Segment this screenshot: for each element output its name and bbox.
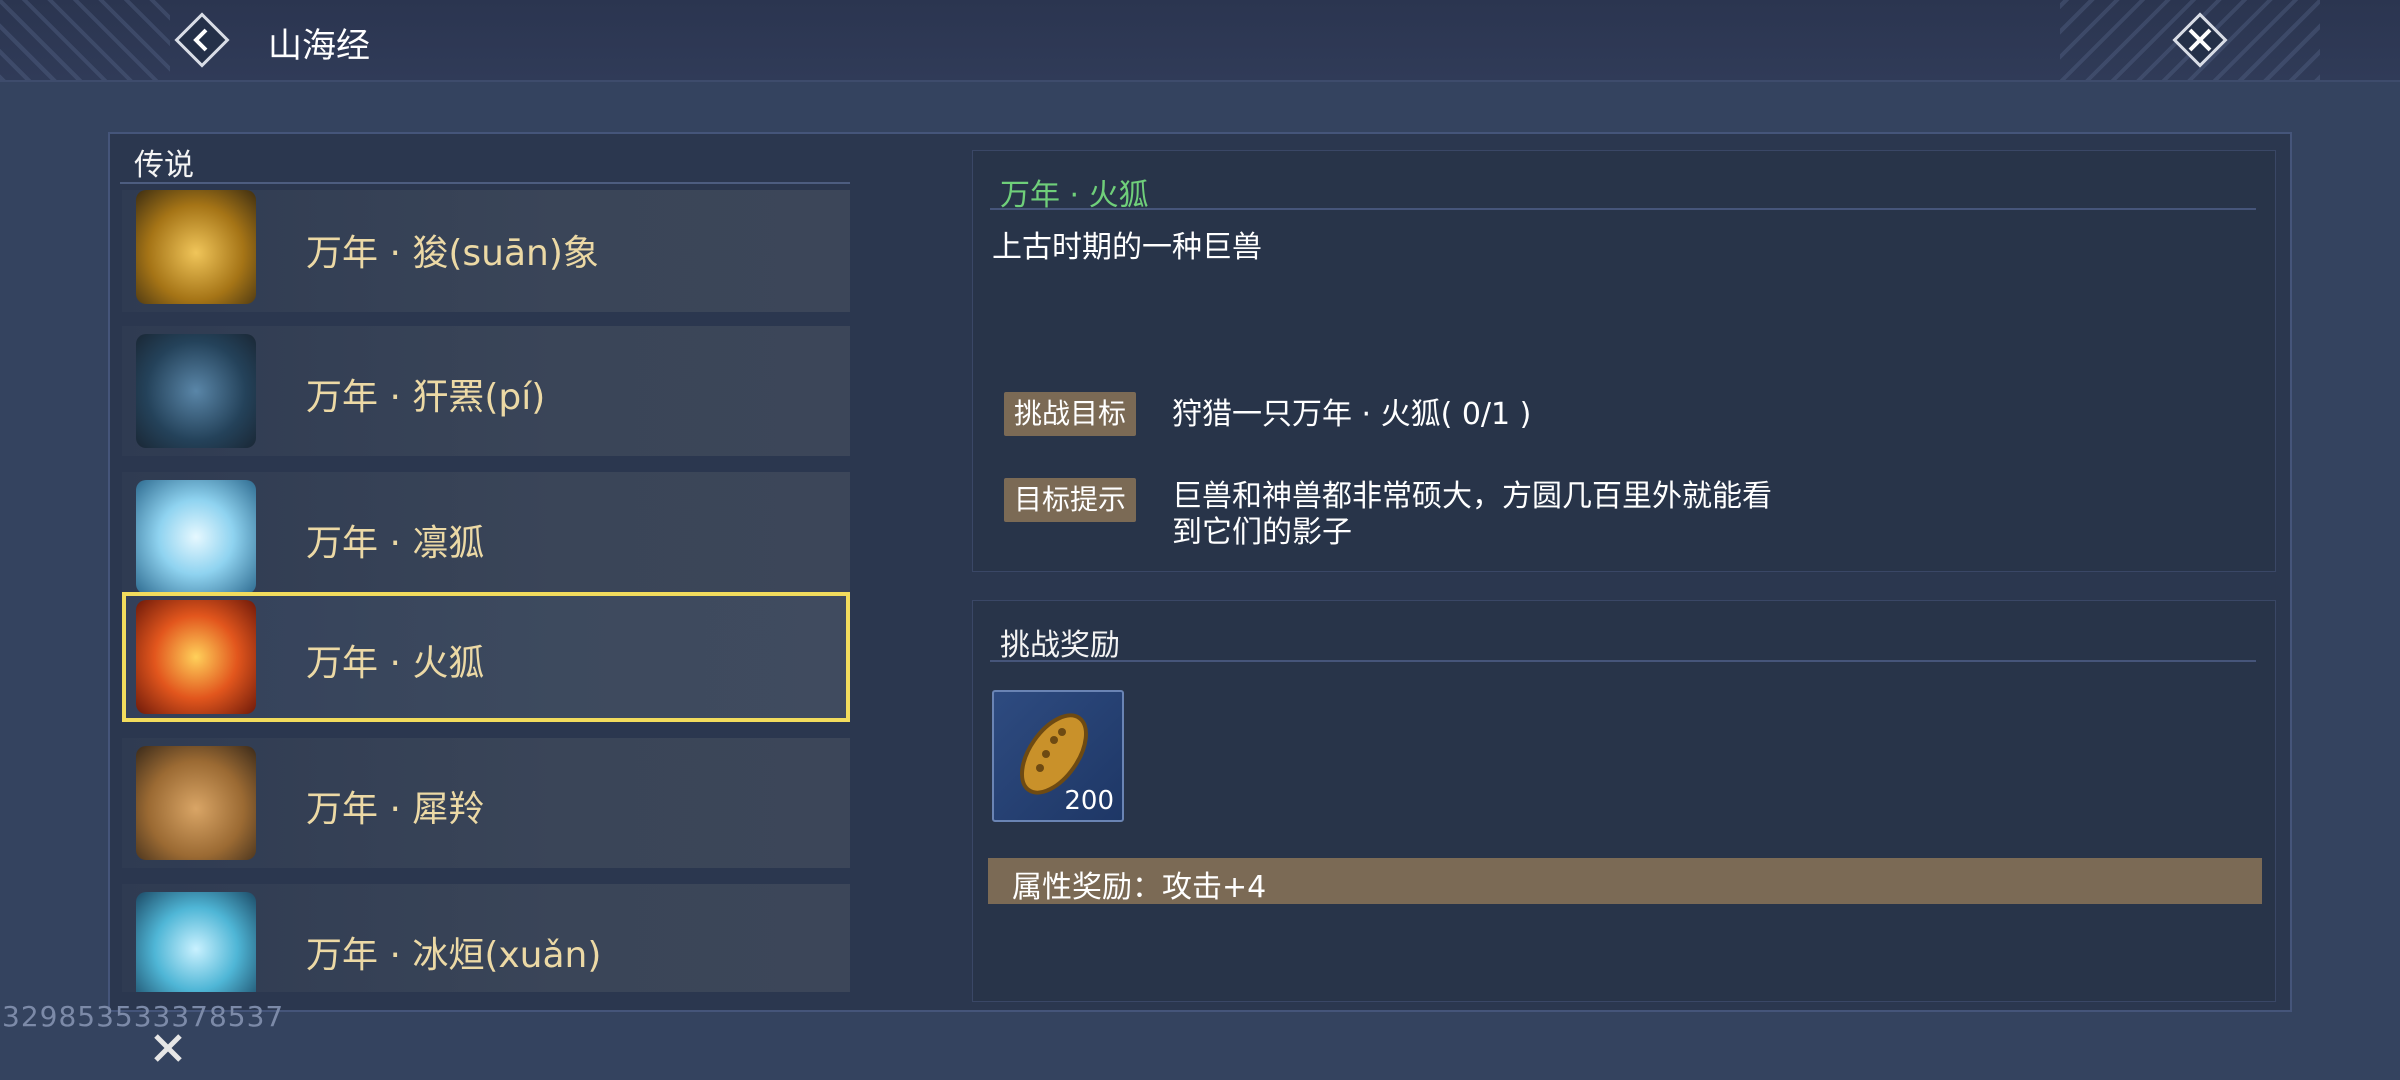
beast-list[interactable]: 万年 · 狻(suān)象 万年 · 犴罴(pí) 万年 · 凛狐 万年 · 火… <box>122 190 852 992</box>
ice-dragon-icon <box>136 892 256 992</box>
golden-beast-icon <box>136 190 256 304</box>
list-item-selected[interactable]: 万年 · 火狐 <box>122 592 850 722</box>
reward-title: 挑战奖励 <box>1000 628 1120 663</box>
list-item-label: 万年 · 狻(suān)象 <box>306 233 599 274</box>
page-title: 山海经 <box>268 26 370 66</box>
player-id: 329853533378537 <box>2 1000 285 1033</box>
reward-count: 200 <box>1064 786 1114 816</box>
list-item[interactable]: 万年 · 冰烜(xuǎn) <box>122 884 850 992</box>
hint-tag: 目标提示 <box>1004 478 1137 522</box>
blue-wolf-icon <box>136 334 256 448</box>
close-icon <box>154 1034 182 1062</box>
list-item[interactable]: 万年 · 犀羚 <box>122 738 850 868</box>
list-item[interactable]: 万年 · 狻(suān)象 <box>122 190 850 312</box>
dismiss-button[interactable] <box>146 1026 190 1070</box>
beast-description: 上古时期的一种巨兽 <box>992 230 1262 265</box>
back-arrow-icon <box>174 12 230 68</box>
list-item-label: 万年 · 犀羚 <box>306 789 485 830</box>
list-item-label: 万年 · 犴罴(pí) <box>306 377 546 418</box>
divider <box>120 182 850 184</box>
fire-fox-icon <box>136 600 256 714</box>
list-item[interactable]: 万年 · 犴罴(pí) <box>122 326 850 456</box>
back-button[interactable] <box>170 8 234 72</box>
objective-tag: 挑战目标 <box>1004 392 1137 436</box>
list-item-label: 万年 · 火狐 <box>306 643 485 684</box>
category-label: 传说 <box>134 148 194 183</box>
attribute-reward-text: 属性奖励：攻击+4 <box>1012 870 1267 905</box>
horned-beast-icon <box>136 746 256 860</box>
objective-text: 狩猎一只万年 · 火狐( 0/1 ) <box>1172 397 1532 432</box>
ice-fox-icon <box>136 480 256 594</box>
hint-text-line2: 到它们的影子 <box>1172 515 1352 550</box>
top-bar: 山海经 <box>0 0 2400 82</box>
hint-text-line1: 巨兽和神兽都非常硕大，方圆几百里外就能看 <box>1172 479 1772 514</box>
list-item[interactable]: 万年 · 凛狐 <box>122 472 850 602</box>
attribute-reward-bar: 属性奖励：攻击+4 <box>988 858 2262 905</box>
divider <box>990 208 2256 210</box>
close-icon <box>2172 12 2228 68</box>
close-button[interactable] <box>2168 8 2232 72</box>
list-item-label: 万年 · 凛狐 <box>306 523 485 564</box>
divider <box>990 660 2256 662</box>
header-decoration <box>0 0 170 80</box>
list-item-label: 万年 · 冰烜(xuǎn) <box>306 935 602 976</box>
reward-item[interactable]: 200 <box>992 690 1124 822</box>
